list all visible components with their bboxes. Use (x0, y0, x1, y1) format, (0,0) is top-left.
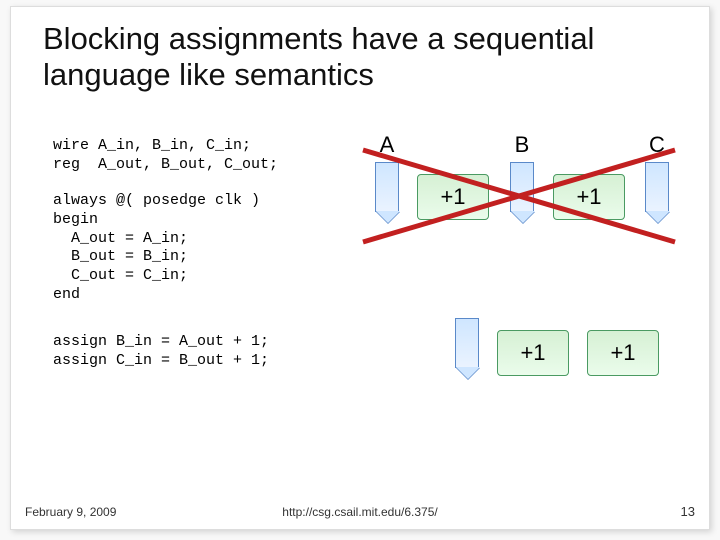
plus-box-bottom-2: +1 (587, 330, 659, 376)
slide: Blocking assignments have a sequential l… (10, 6, 710, 530)
register-bottom-left (455, 318, 479, 368)
page-number: 13 (681, 504, 695, 519)
register-b-top (510, 162, 534, 212)
plus-box-top-1: +1 (417, 174, 489, 220)
label-c: C (645, 132, 669, 158)
plus-box-top-2: +1 (553, 174, 625, 220)
register-a-top (375, 162, 399, 212)
plus-box-bottom-1: +1 (497, 330, 569, 376)
footer-url: http://csg.csail.mit.edu/6.375/ (282, 505, 437, 519)
code-always-block: always @( posedge clk ) begin A_out = A_… (53, 192, 260, 305)
label-a: A (375, 132, 399, 158)
register-c-top (645, 162, 669, 212)
code-declarations: wire A_in, B_in, C_in; reg A_out, B_out,… (53, 137, 278, 175)
code-assigns: assign B_in = A_out + 1; assign C_in = B… (53, 333, 269, 371)
slide-title: Blocking assignments have a sequential l… (43, 21, 683, 92)
diagram: A B C +1 +1 +1 +1 (365, 132, 685, 392)
footer-date: February 9, 2009 (25, 505, 116, 519)
label-b: B (510, 132, 534, 158)
